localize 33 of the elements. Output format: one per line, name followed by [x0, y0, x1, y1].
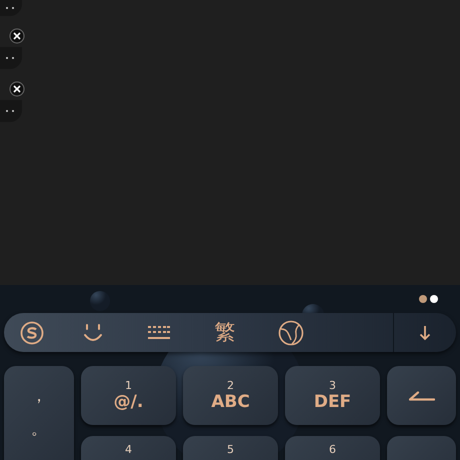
globe-icon[interactable] — [278, 320, 304, 346]
backspace-key[interactable] — [387, 366, 456, 425]
close-icon[interactable] — [9, 28, 25, 44]
key-letters: ABC — [211, 394, 250, 411]
number-key[interactable]: 5 — [183, 436, 278, 460]
down-arrow-icon[interactable] — [419, 324, 431, 340]
key-digit: 4 — [125, 444, 132, 455]
smiley-icon[interactable] — [82, 322, 104, 342]
comma-text: ， — [31, 386, 47, 407]
page-dot[interactable] — [430, 295, 438, 303]
period-text: 。 — [31, 419, 47, 440]
window-thumbnail[interactable] — [0, 47, 22, 69]
key-digit: 1 — [125, 380, 132, 391]
number-key[interactable]: 4 — [81, 436, 176, 460]
key-letters: DEF — [314, 394, 352, 411]
window-thumbnail[interactable] — [0, 100, 22, 122]
key-letters: @/. — [114, 394, 144, 411]
number-key[interactable]: 6 — [285, 436, 380, 460]
window-thumbnail[interactable] — [0, 0, 22, 16]
backspace-icon — [408, 390, 434, 400]
page-dot[interactable] — [419, 295, 427, 303]
logo-icon[interactable] — [20, 320, 44, 344]
number-key[interactable]: 3 DEF — [285, 366, 380, 425]
punctuation-key[interactable]: ， 。 — [4, 366, 74, 460]
number-key[interactable]: 2 ABC — [183, 366, 278, 425]
keyboard-icon[interactable] — [148, 324, 170, 340]
key-digit: 3 — [329, 380, 336, 391]
key-digit: 2 — [227, 380, 234, 391]
traditional-chinese-button[interactable]: 繁 — [192, 318, 258, 348]
close-icon[interactable] — [9, 81, 25, 97]
key-digit: 5 — [227, 444, 234, 455]
key-digit: 6 — [329, 444, 336, 455]
number-key[interactable]: 1 @/. — [81, 366, 176, 425]
